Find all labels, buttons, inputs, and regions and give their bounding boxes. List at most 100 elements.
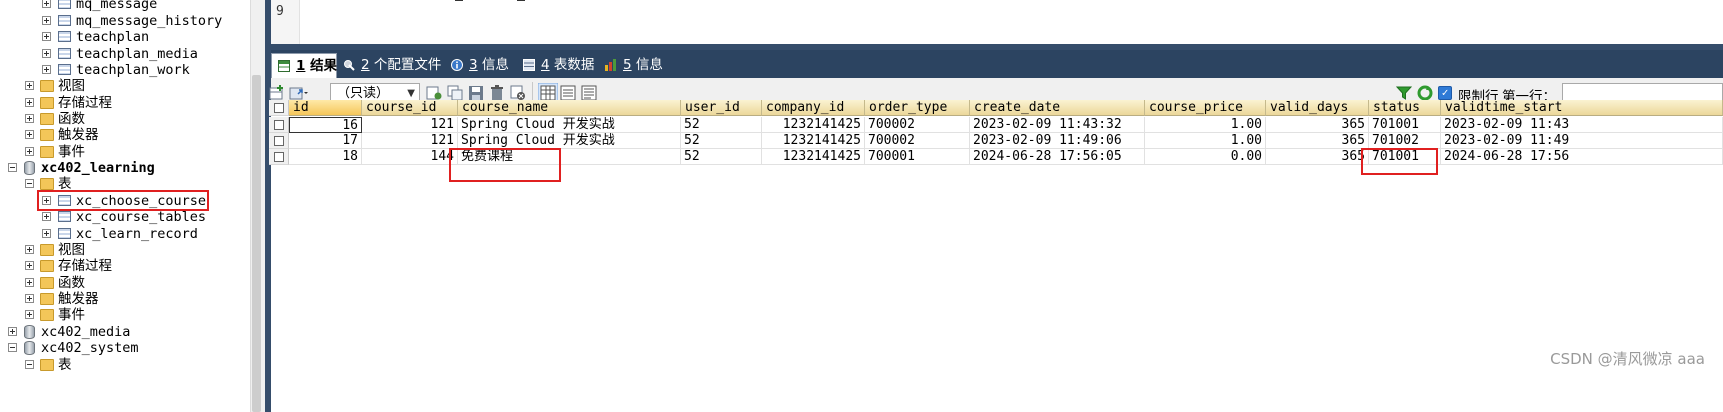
select-all-checkbox[interactable] bbox=[269, 100, 289, 116]
column-header-validtime-start[interactable]: validtime_start bbox=[1441, 100, 1723, 116]
expand-icon[interactable] bbox=[42, 0, 51, 8]
table-icon bbox=[58, 211, 71, 222]
tab-result[interactable]: 1 结果 bbox=[271, 53, 337, 78]
row-checkbox[interactable] bbox=[274, 120, 284, 130]
delete-icon[interactable] bbox=[489, 85, 505, 101]
table-cell-course-name[interactable]: Spring Cloud 开发实战 bbox=[458, 133, 681, 149]
row-selector[interactable] bbox=[269, 149, 289, 165]
column-header-valid-days[interactable]: valid_days bbox=[1266, 100, 1369, 116]
table-cell-user-id[interactable]: 52 bbox=[681, 133, 762, 149]
sql-editor[interactable] bbox=[271, 0, 1723, 46]
table-cell-company-id[interactable]: 1232141425 bbox=[762, 133, 865, 149]
expand-icon[interactable] bbox=[25, 81, 34, 90]
table-cell-validtime-start[interactable]: 2023-02-09 11:49 bbox=[1441, 133, 1723, 149]
column-header-create-date[interactable]: create_date bbox=[970, 100, 1145, 116]
table-cell-order-type[interactable]: 700002 bbox=[865, 133, 970, 149]
folder-icon bbox=[40, 146, 54, 158]
row-selector[interactable] bbox=[269, 117, 289, 133]
table-cell-create-date[interactable]: 2023-02-09 11:49:06 bbox=[970, 133, 1145, 149]
duplicate-record-icon[interactable] bbox=[447, 85, 463, 101]
export-icon[interactable] bbox=[289, 85, 309, 101]
insert-row-icon[interactable] bbox=[269, 85, 285, 101]
table-cell-validtime-start[interactable]: 2023-02-09 11:43 bbox=[1441, 117, 1723, 133]
filter-icon[interactable] bbox=[1396, 85, 1412, 101]
expand-icon[interactable] bbox=[25, 310, 34, 319]
tree-scrollbar-thumb[interactable] bbox=[252, 75, 261, 412]
column-header-course-id[interactable]: course_id bbox=[362, 100, 458, 116]
table-cell-id[interactable]: 16 bbox=[289, 117, 362, 133]
table-cell-company-id[interactable]: 1232141425 bbox=[762, 117, 865, 133]
table-cell-order-type[interactable]: 700001 bbox=[865, 149, 970, 165]
table-cell-validtime-start[interactable]: 2024-06-28 17:56 bbox=[1441, 149, 1723, 165]
table-cell-course-price[interactable]: 0.00 bbox=[1145, 149, 1266, 165]
info-icon bbox=[451, 59, 463, 71]
expand-icon[interactable] bbox=[25, 98, 34, 107]
text-view-icon[interactable] bbox=[581, 85, 597, 101]
table-cell-course-id[interactable]: 121 bbox=[362, 117, 458, 133]
row-checkbox[interactable] bbox=[274, 152, 284, 162]
expand-icon[interactable] bbox=[25, 278, 34, 287]
table-icon bbox=[58, 15, 71, 26]
column-header-id[interactable]: id bbox=[289, 100, 362, 116]
table-cell-id[interactable]: 18 bbox=[289, 149, 362, 165]
table-cell-course-name[interactable]: Spring Cloud 开发实战 bbox=[458, 117, 681, 133]
collapse-icon[interactable] bbox=[8, 163, 17, 172]
tab-table-data[interactable]: 4 表数据 bbox=[517, 53, 599, 78]
expand-icon[interactable] bbox=[25, 245, 34, 254]
expand-icon[interactable] bbox=[8, 327, 17, 336]
table-cell-user-id[interactable]: 52 bbox=[681, 149, 762, 165]
column-header-status[interactable]: status bbox=[1369, 100, 1441, 116]
table-cell-course-id[interactable]: 144 bbox=[362, 149, 458, 165]
table-cell-status[interactable]: 701001 bbox=[1369, 117, 1441, 133]
table-cell-company-id[interactable]: 1232141425 bbox=[762, 149, 865, 165]
expand-icon[interactable] bbox=[42, 16, 51, 25]
column-header-company-id[interactable]: company_id bbox=[762, 100, 865, 116]
limit-rows-checkbox[interactable]: ✓ bbox=[1438, 86, 1452, 100]
tab-info[interactable]: 3 信息 bbox=[445, 53, 517, 78]
table-cell-valid-days[interactable]: 365 bbox=[1266, 149, 1369, 165]
expand-icon[interactable] bbox=[25, 130, 34, 139]
expand-icon[interactable] bbox=[25, 261, 34, 270]
table-cell-course-id[interactable]: 121 bbox=[362, 133, 458, 149]
expand-icon[interactable] bbox=[25, 114, 34, 123]
expand-icon[interactable] bbox=[42, 229, 51, 238]
expand-icon[interactable] bbox=[42, 49, 51, 58]
checkbox[interactable] bbox=[274, 103, 284, 113]
table-cell-valid-days[interactable]: 365 bbox=[1266, 133, 1369, 149]
save-icon[interactable] bbox=[468, 85, 484, 101]
collapse-icon[interactable] bbox=[25, 179, 34, 188]
collapse-icon[interactable] bbox=[8, 343, 17, 352]
table-cell-valid-days[interactable]: 365 bbox=[1266, 117, 1369, 133]
column-header-course-price[interactable]: course_price bbox=[1145, 100, 1266, 116]
table-cell-order-type[interactable]: 700002 bbox=[865, 117, 970, 133]
table-cell-user-id[interactable]: 52 bbox=[681, 117, 762, 133]
tab-info-2[interactable]: 5 信息 bbox=[599, 53, 671, 78]
table-cell-id[interactable]: 17 bbox=[289, 133, 362, 149]
table-cell-create-date[interactable]: 2023-02-09 11:43:32 bbox=[970, 117, 1145, 133]
expand-icon[interactable] bbox=[42, 65, 51, 74]
highlight-box-status bbox=[1361, 148, 1438, 175]
table-cell-status[interactable]: 701002 bbox=[1369, 133, 1441, 149]
cancel-changes-icon[interactable] bbox=[510, 85, 526, 101]
add-record-icon[interactable] bbox=[426, 85, 442, 101]
wrench-icon bbox=[344, 60, 355, 71]
column-header-user-id[interactable]: user_id bbox=[681, 100, 762, 116]
row-checkbox[interactable] bbox=[274, 136, 284, 146]
expand-icon[interactable] bbox=[42, 212, 51, 221]
folder-icon bbox=[40, 277, 54, 289]
grid-icon bbox=[278, 60, 290, 72]
expand-icon[interactable] bbox=[42, 32, 51, 41]
expand-icon[interactable] bbox=[25, 294, 34, 303]
collapse-icon[interactable] bbox=[25, 360, 34, 369]
expand-icon[interactable] bbox=[25, 147, 34, 156]
column-header-course-name[interactable]: course_name bbox=[458, 100, 681, 116]
tab-profiles[interactable]: 2 个配置文件 bbox=[337, 53, 445, 78]
refresh-icon[interactable] bbox=[1417, 85, 1433, 101]
table-cell-course-price[interactable]: 1.00 bbox=[1145, 117, 1266, 133]
folder-icon bbox=[40, 309, 54, 321]
table-cell-course-price[interactable]: 1.00 bbox=[1145, 133, 1266, 149]
column-header-order-type[interactable]: order_type bbox=[865, 100, 970, 116]
form-view-icon[interactable] bbox=[560, 85, 576, 101]
table-cell-create-date[interactable]: 2024-06-28 17:56:05 bbox=[970, 149, 1145, 165]
row-selector[interactable] bbox=[269, 133, 289, 149]
